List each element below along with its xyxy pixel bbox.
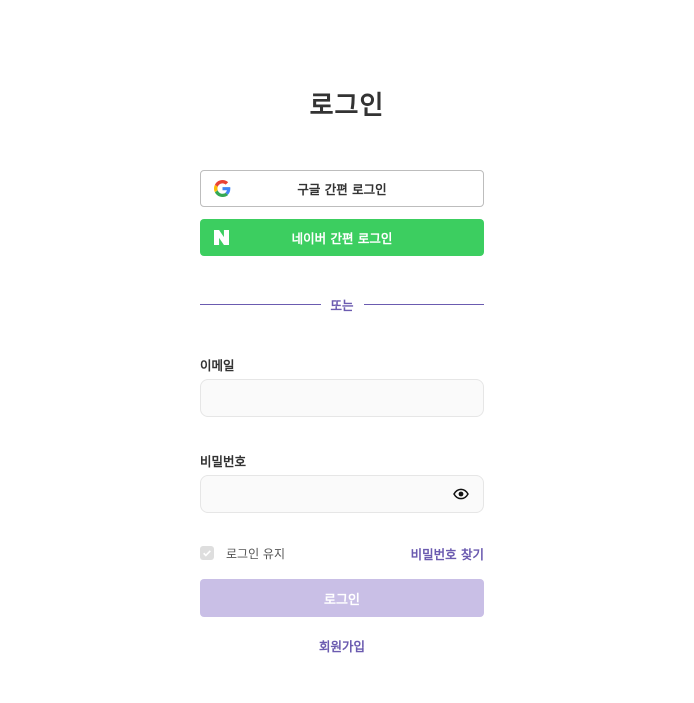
remember-label: 로그인 유지 xyxy=(226,546,286,561)
or-divider: 또는 xyxy=(200,295,485,313)
login-page: 로그인 구글 간편 로그인 네이버 간편 로그인 또는 이메일 비밀번호 로그인… xyxy=(0,0,694,703)
remember-me: 로그인 유지 xyxy=(200,545,285,562)
find-password-link[interactable]: 비밀번호 찾기 xyxy=(411,544,484,563)
page-title: 로그인 xyxy=(309,91,385,121)
naver-login-label: 네이버 간편 로그인 xyxy=(291,231,393,246)
divider-text: 또는 xyxy=(330,297,354,313)
login-button[interactable]: 로그인 xyxy=(200,579,484,617)
remember-checkbox[interactable] xyxy=(200,546,214,560)
check-icon xyxy=(203,550,211,557)
google-logo-icon xyxy=(213,180,231,198)
email-field[interactable] xyxy=(200,379,484,417)
password-field[interactable] xyxy=(200,475,484,513)
naver-login-button[interactable]: 네이버 간편 로그인 xyxy=(200,219,484,256)
email-label: 이메일 xyxy=(200,358,235,373)
eye-icon[interactable] xyxy=(452,485,470,503)
password-label: 비밀번호 xyxy=(200,454,247,469)
google-login-label: 구글 간편 로그인 xyxy=(297,182,387,197)
naver-logo-icon xyxy=(212,229,230,247)
google-login-button[interactable]: 구글 간편 로그인 xyxy=(200,170,484,207)
signup-link[interactable]: 회원가입 xyxy=(200,636,484,655)
divider-line-left xyxy=(200,303,321,305)
divider-line-right xyxy=(363,303,485,305)
login-options: 로그인 유지 비밀번호 찾기 xyxy=(200,544,484,562)
